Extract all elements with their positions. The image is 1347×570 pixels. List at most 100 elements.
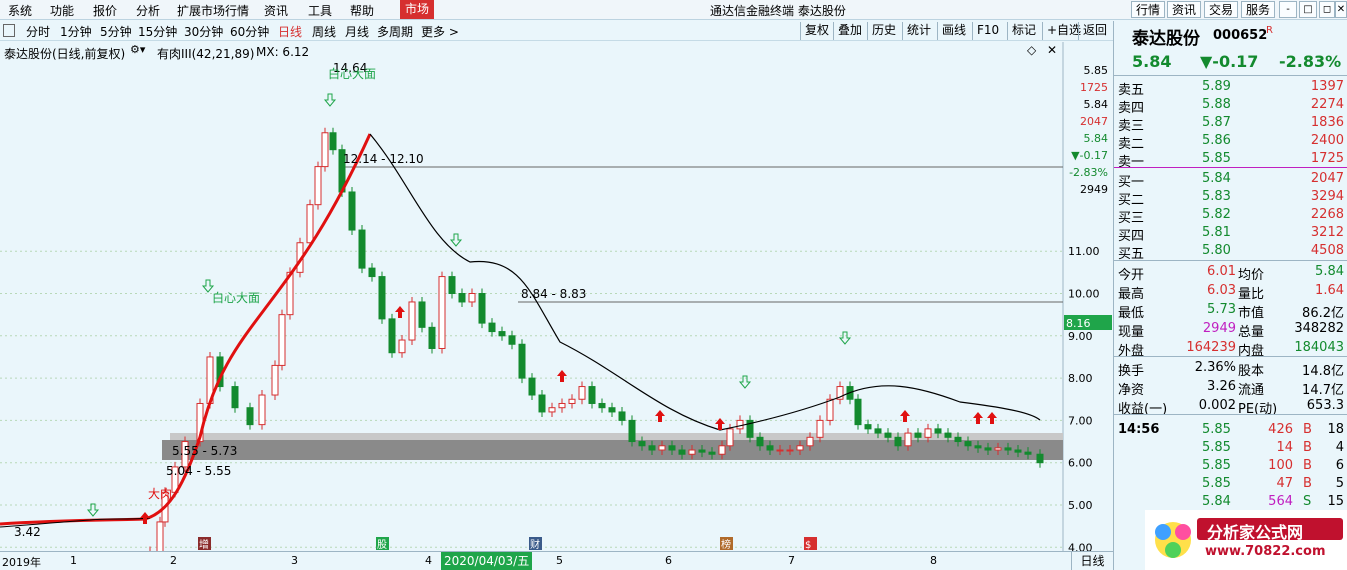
ask-price: 5.85 <box>1202 151 1231 166</box>
f10-button[interactable]: F10 <box>972 22 1003 40</box>
candle-body <box>1004 447 1012 451</box>
axis-quote-value: -2.83% <box>1069 166 1108 179</box>
ask-row[interactable]: 卖二 5.86 2400 <box>1114 132 1347 152</box>
ask-row[interactable]: 卖四 5.88 2274 <box>1114 96 1347 116</box>
market-button[interactable]: 市场 <box>400 0 435 19</box>
stat-row: 最低 5.73 市值 86.2亿 <box>1114 301 1347 321</box>
candle-body <box>1036 453 1044 464</box>
adjust-button[interactable]: 复权 <box>800 22 833 40</box>
history-button[interactable]: 历史 <box>867 22 900 40</box>
ask-volume: 1836 <box>1310 115 1344 130</box>
price-tick-label: 7.00 <box>1068 414 1093 427</box>
menu-analysis[interactable]: 分析 <box>136 2 160 19</box>
candle-body <box>271 364 279 396</box>
header-quote-button[interactable]: 行情 <box>1131 1 1166 18</box>
bid-row[interactable]: 买四 5.81 3212 <box>1114 224 1347 244</box>
stat-row: 现量 2949 总量 348282 <box>1114 320 1347 340</box>
bid-row[interactable]: 买二 5.83 3294 <box>1114 188 1347 208</box>
candle-body <box>428 326 436 349</box>
candle-body <box>488 322 496 333</box>
period-5min[interactable]: 5分钟 <box>100 23 132 40</box>
candle-body <box>408 301 416 341</box>
period-timeshare[interactable]: 分时 <box>26 23 50 40</box>
stat-value: 348282 <box>1294 321 1344 336</box>
bid-row[interactable]: 买一 5.84 2047 <box>1114 170 1347 190</box>
candle-body <box>884 432 892 438</box>
buy-arrow-icon <box>715 418 725 430</box>
chart-close-icon[interactable]: ✕ <box>1047 43 1057 57</box>
header-news-button[interactable]: 资讯 <box>1167 1 1202 18</box>
period-1min[interactable]: 1分钟 <box>60 23 92 40</box>
stat-label: 量比 <box>1238 287 1265 302</box>
mark-button[interactable]: 标记 <box>1007 22 1040 40</box>
stat-label: 股本 <box>1238 364 1265 379</box>
tick-volume: 47 <box>1276 476 1293 491</box>
candle-body <box>638 441 646 447</box>
period-multi[interactable]: 多周期 <box>377 23 413 40</box>
candle-body <box>448 276 456 295</box>
bid-row[interactable]: 买三 5.82 2268 <box>1114 206 1347 226</box>
candle-body <box>278 314 286 366</box>
candle-body <box>864 424 872 430</box>
ask-row[interactable]: 卖一 5.85 1725 <box>1114 150 1347 170</box>
candle-body <box>608 407 616 413</box>
tick-time: 14:56 <box>1118 422 1160 437</box>
stats-button[interactable]: 统计 <box>902 22 935 40</box>
candle-body <box>368 267 376 278</box>
candle-body <box>934 428 942 434</box>
time-label-2: 2 <box>170 554 177 567</box>
event-marker-text: 股 <box>377 539 387 551</box>
period-60min[interactable]: 60分钟 <box>230 23 269 40</box>
price-change-pct: -2.83% <box>1279 52 1342 71</box>
ask-row[interactable]: 卖五 5.89 1397 <box>1114 78 1347 98</box>
period-daily[interactable]: 日线 <box>278 23 302 40</box>
zone-label-a: 12.14 - 12.10 <box>343 152 424 166</box>
menu-extended-market[interactable]: 扩展市场行情 <box>177 2 249 19</box>
stat-label: 今开 <box>1118 268 1145 283</box>
maximize-icon[interactable]: ◻ <box>1319 1 1335 18</box>
kline-chart[interactable]: 14.64 3.42 12.14 - 12.10 8.84 - 8.83 5.55 - … <box>0 42 1113 551</box>
candle-body <box>806 436 814 447</box>
candle-body <box>904 432 912 447</box>
stat-value: 2.36% <box>1194 360 1236 375</box>
period-15min[interactable]: 15分钟 <box>138 23 177 40</box>
menu-help[interactable]: 帮助 <box>350 2 374 19</box>
header-service-button[interactable]: 服务 <box>1241 1 1276 18</box>
candle-body <box>874 428 882 434</box>
period-toolbar: 分时 1分钟 5分钟 15分钟 30分钟 60分钟 日线 周线 月线 多周期 更… <box>0 21 1113 41</box>
menu-function[interactable]: 功能 <box>50 2 74 19</box>
period-more[interactable]: 更多 > <box>421 23 459 40</box>
header-trade-button[interactable]: 交易 <box>1204 1 1239 18</box>
stock-name: 泰达股份 <box>1132 29 1200 49</box>
stat-label: 市值 <box>1238 306 1265 321</box>
panel-toggle-icon[interactable] <box>3 24 15 37</box>
buy-arrow-icon <box>973 412 983 424</box>
stat-label: 最高 <box>1118 287 1145 302</box>
menu-system[interactable]: 系统 <box>8 2 32 19</box>
restore-icon[interactable]: □ <box>1299 1 1317 18</box>
tick-count: 18 <box>1327 422 1344 437</box>
stat-value: 1.64 <box>1315 283 1344 298</box>
candle-body <box>776 449 784 452</box>
daily-label[interactable]: 日线 <box>1071 552 1113 570</box>
ask-row[interactable]: 卖三 5.87 1836 <box>1114 114 1347 134</box>
bid-row[interactable]: 买五 5.80 4508 <box>1114 242 1347 262</box>
period-monthly[interactable]: 月线 <box>345 23 369 40</box>
close-icon[interactable]: ✕ <box>1335 1 1347 18</box>
period-30min[interactable]: 30分钟 <box>184 23 223 40</box>
period-weekly[interactable]: 周线 <box>312 23 336 40</box>
minimize-icon[interactable]: - <box>1279 1 1297 18</box>
menu-news[interactable]: 资讯 <box>264 2 288 19</box>
chart-settings-icon[interactable]: ⚙▾ <box>130 43 145 56</box>
tick-count: 5 <box>1335 476 1344 491</box>
stock-chart-label: 泰达股份(日线,前复权) <box>4 47 126 61</box>
menu-quote[interactable]: 报价 <box>93 2 117 19</box>
draw-button[interactable]: 画线 <box>937 22 970 40</box>
stat-value: 184043 <box>1294 340 1344 355</box>
chart-pin-icon[interactable]: ◇ <box>1027 43 1036 57</box>
menu-tools[interactable]: 工具 <box>308 2 332 19</box>
site-logo: 分析家公式网 www.70822.com <box>1145 510 1347 570</box>
overlay-button[interactable]: 叠加 <box>833 22 866 40</box>
back-button[interactable]: 返回 <box>1078 22 1111 40</box>
ask-price: 5.89 <box>1202 79 1231 94</box>
